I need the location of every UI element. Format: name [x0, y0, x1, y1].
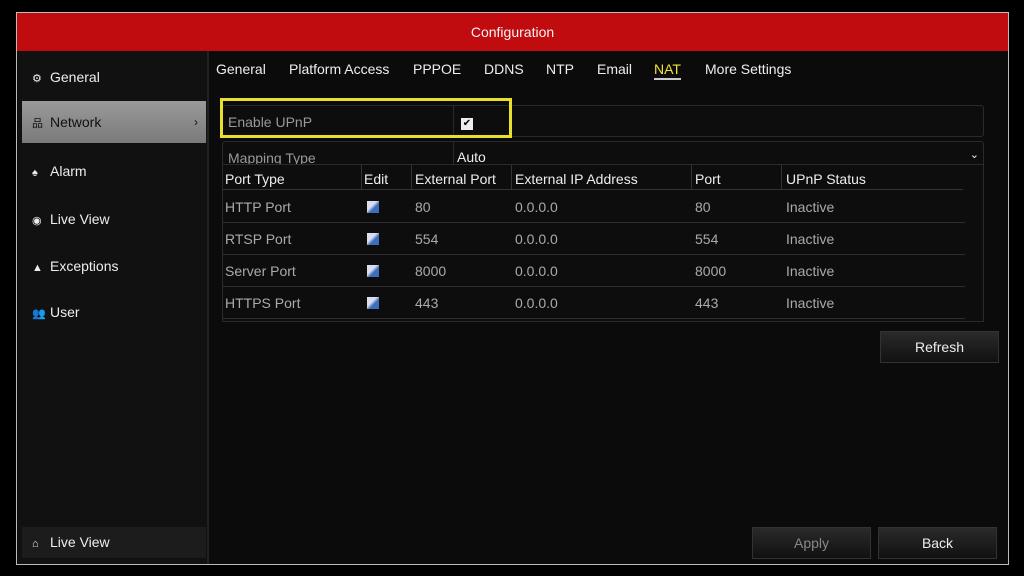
tab-pppoe[interactable]: PPPOE: [413, 61, 461, 77]
warning-icon: ▲: [32, 262, 43, 274]
header-port: Port: [695, 171, 721, 187]
sidebar-item-general[interactable]: ⚙ General: [22, 56, 206, 98]
window-title: Configuration: [17, 13, 1008, 51]
header-external-ip: External IP Address: [515, 171, 638, 187]
alarm-icon: ♠: [32, 167, 38, 179]
sidebar-item-label: Alarm: [50, 163, 87, 179]
table-cell: 443: [695, 295, 719, 311]
table-cell: Inactive: [786, 199, 835, 215]
home-icon: ⌂: [32, 538, 39, 550]
header-edit: Edit: [364, 171, 389, 187]
table-cell: Server Port: [225, 263, 296, 279]
table-cell: 0.0.0.0: [515, 295, 558, 311]
table-cell: 0.0.0.0: [515, 199, 558, 215]
network-icon: 品: [32, 118, 43, 130]
apply-button[interactable]: Apply: [752, 527, 871, 559]
table-row: RTSP Port 554 0.0.0.0 554 Inactive: [223, 223, 965, 255]
tab-general[interactable]: General: [216, 61, 266, 77]
eye-icon: ◉: [32, 215, 42, 227]
user-icon: 👥: [32, 308, 46, 320]
table-cell: 443: [415, 295, 439, 311]
sidebar-item-label: Live View: [50, 211, 110, 227]
sidebar-item-label: Exceptions: [50, 258, 119, 274]
table-cell: 8000: [415, 263, 447, 279]
header-external-port: External Port: [415, 171, 496, 187]
table-cell: 554: [415, 231, 439, 247]
tab-ntp[interactable]: NTP: [546, 61, 574, 77]
port-table: Port Type Edit External Port External IP…: [222, 164, 984, 322]
table-cell: 80: [695, 199, 711, 215]
sidebar-item-label: User: [50, 304, 80, 320]
sidebar-item-label: General: [50, 69, 100, 85]
sidebar-item-exceptions[interactable]: ▲ Exceptions: [22, 245, 206, 287]
header-upnp-status: UPnP Status: [786, 171, 866, 187]
table-cell: 80: [415, 199, 431, 215]
edit-icon[interactable]: [367, 297, 379, 309]
sidebar-item-network[interactable]: 品 Network ›: [22, 101, 206, 143]
table-row: HTTP Port 80 0.0.0.0 80 Inactive: [223, 191, 965, 223]
chevron-right-icon: ›: [194, 115, 198, 129]
table-row: HTTPS Port 443 0.0.0.0 443 Inactive: [223, 287, 965, 319]
table-cell: HTTPS Port: [225, 295, 301, 311]
edit-icon[interactable]: [367, 265, 379, 277]
tab-email[interactable]: Email: [597, 61, 632, 77]
header-port-type: Port Type: [225, 171, 285, 187]
table-cell: 554: [695, 231, 719, 247]
tab-ddns[interactable]: DDNS: [484, 61, 524, 77]
table-header: Port Type Edit External Port External IP…: [223, 165, 963, 190]
table-cell: HTTP Port: [225, 199, 291, 215]
sidebar-item-alarm[interactable]: ♠ Alarm: [22, 150, 206, 192]
sidebar-item-label: Network: [50, 114, 102, 130]
table-cell: 0.0.0.0: [515, 263, 558, 279]
config-window: Configuration ⚙ General 品 Network › ♠ Alarm …: [16, 12, 1009, 565]
live-view-button[interactable]: ⌂ Live View: [22, 527, 206, 558]
table-row: Server Port 8000 0.0.0.0 8000 Inactive: [223, 255, 965, 287]
sidebar: ⚙ General 品 Network › ♠ Alarm ◉ Live View ▲ Ex…: [18, 51, 209, 564]
main-panel: General Platform Access PPPOE DDNS NTP E…: [211, 51, 1008, 564]
table-cell: Inactive: [786, 295, 835, 311]
sidebar-item-live-view[interactable]: ◉ Live View: [22, 198, 206, 240]
tab-platform-access[interactable]: Platform Access: [289, 61, 389, 77]
mapping-type-value: Auto: [457, 149, 486, 165]
table-cell: 8000: [695, 263, 727, 279]
tab-nat[interactable]: NAT: [654, 61, 681, 80]
refresh-button[interactable]: Refresh: [880, 331, 999, 363]
table-cell: RTSP Port: [225, 231, 292, 247]
edit-icon[interactable]: [367, 201, 379, 213]
back-button[interactable]: Back: [878, 527, 997, 559]
tab-more-settings[interactable]: More Settings: [705, 61, 791, 77]
gear-icon: ⚙: [32, 73, 42, 85]
live-view-label: Live View: [50, 534, 110, 550]
table-cell: Inactive: [786, 231, 835, 247]
table-cell: Inactive: [786, 263, 835, 279]
sidebar-item-user[interactable]: 👥 User: [22, 291, 206, 333]
table-cell: 0.0.0.0: [515, 231, 558, 247]
highlight-box: [220, 98, 512, 138]
edit-icon[interactable]: [367, 233, 379, 245]
chevron-down-icon: ⌄: [969, 149, 979, 161]
